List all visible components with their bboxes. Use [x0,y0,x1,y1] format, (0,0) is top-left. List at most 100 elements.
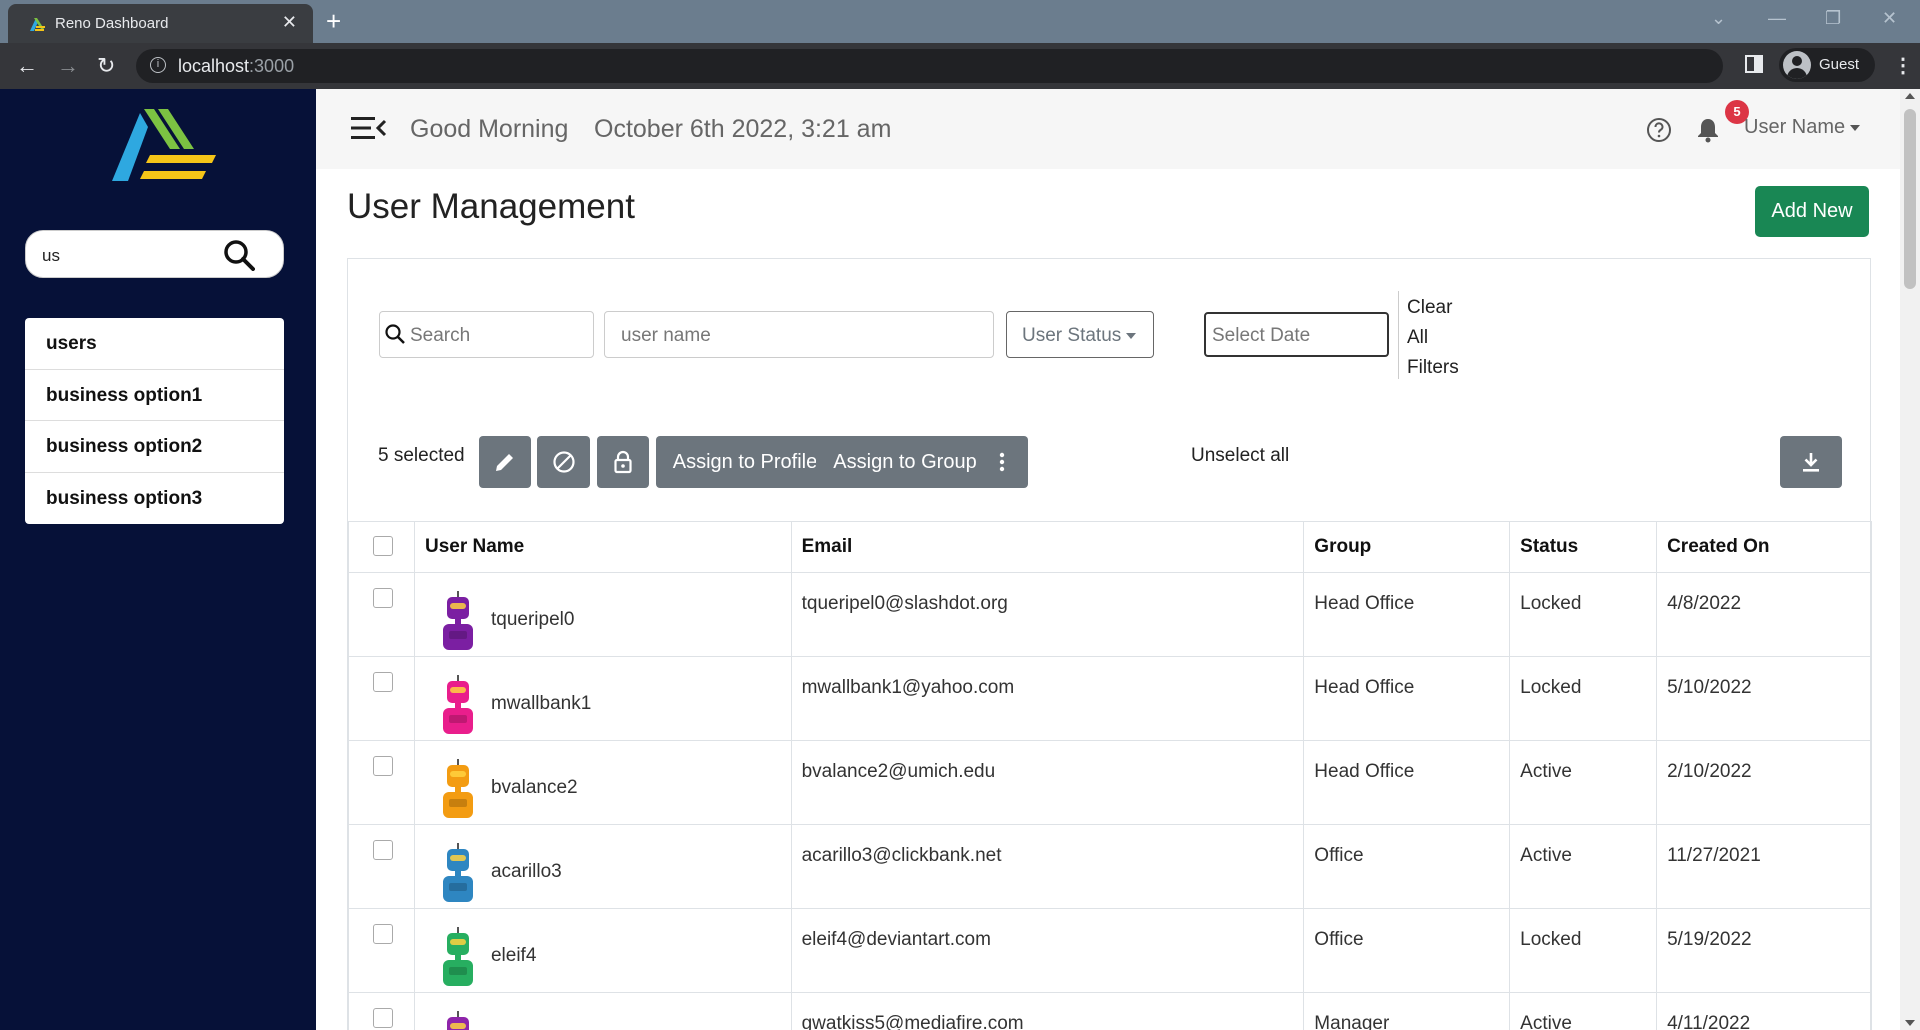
status-cell: Locked [1509,908,1658,993]
lock-button[interactable] [597,436,649,488]
forward-arrow-icon[interactable]: → [57,53,79,79]
browser-tabbar: Reno Dashboard ✕ + ⌄ — ❐ ✕ [0,0,1920,43]
column-header-created-on[interactable]: Created On [1656,521,1872,573]
table-header-row: User Name Email Group Status Created On [348,521,1872,573]
username-filter-input[interactable]: user name [604,311,994,358]
notification-bell-icon[interactable] [1696,117,1720,143]
row-select-cell [348,572,415,657]
robot-avatar-icon [442,591,473,650]
divider [1398,291,1399,379]
current-datetime: October 6th 2022, 3:21 am [594,115,892,143]
column-header-email[interactable]: Email [790,521,1305,573]
scroll-down-icon[interactable] [1905,1020,1915,1026]
table-row[interactable]: bvalance2 bvalance2@umich.edu Head Office A… [348,740,1872,825]
sidebar-search-input[interactable]: us [25,230,284,278]
username-text: mwallbank1 [490,693,592,714]
table-row[interactable]: mwallbank1 mwallbank1@yahoo.com Head Offic… [348,656,1872,741]
tab-search-chevron-icon[interactable]: ⌄ [1711,8,1726,29]
back-arrow-icon[interactable]: ← [16,53,38,79]
row-select-cell [348,908,415,993]
row-select-cell [348,992,415,1030]
table-row[interactable]: tqueripel0 tqueripel0@slashdot.org Head Of… [348,572,1872,657]
date-picker-input[interactable]: Select Date [1204,312,1389,357]
row-checkbox[interactable] [373,924,393,944]
window-close-icon[interactable]: ✕ [1882,8,1897,29]
column-header-status[interactable]: Status [1509,521,1658,573]
sidebar-item-business-option3[interactable]: business option3 [25,473,284,525]
disable-button[interactable] [537,436,590,488]
column-header-username[interactable]: User Name [413,521,792,573]
robot-avatar-icon [442,843,473,902]
tab-close-icon[interactable]: ✕ [282,12,297,33]
username-text: tqueripel0 [490,609,575,630]
row-checkbox[interactable] [373,1008,393,1028]
search-icon [385,324,405,344]
column-header-group[interactable]: Group [1303,521,1511,573]
page-scrollbar[interactable] [1900,89,1920,1030]
user-menu-dropdown[interactable]: User Name [1744,116,1861,139]
new-tab-icon[interactable]: + [326,6,341,37]
more-actions-button[interactable] [976,436,1028,488]
row-checkbox[interactable] [373,840,393,860]
side-panel-icon[interactable] [1745,55,1763,73]
table-row[interactable]: eleif4 eleif4@deviantart.com Office Locked 5… [348,908,1872,993]
username-cell: tqueripel0 [413,572,792,657]
minimize-icon[interactable]: — [1768,8,1786,29]
unselect-all-link[interactable]: Unselect all [1191,445,1289,467]
scroll-up-icon[interactable] [1905,93,1915,99]
address-bar[interactable]: i localhost:3000 [136,49,1723,83]
sidebar-item-users[interactable]: users [25,318,284,370]
help-icon[interactable] [1646,117,1672,143]
email-cell: tqueripel0@slashdot.org [790,572,1305,657]
row-select-cell [348,740,415,825]
site-info-icon[interactable]: i [150,57,166,73]
email-cell: gwatkiss5@mediafire.com [790,992,1305,1030]
status-cell: Locked [1509,572,1658,657]
app-logo [112,109,216,181]
restore-icon[interactable]: ❐ [1825,8,1841,29]
add-new-button[interactable]: Add New [1755,186,1869,237]
row-checkbox[interactable] [373,588,393,608]
row-select-cell [348,824,415,909]
table-row[interactable]: gwatkiss5gwatkiss5@mediafire.comManagerA… [348,992,1872,1030]
created-on-cell: 5/19/2022 [1656,908,1872,993]
email-cell: bvalance2@umich.edu [790,740,1305,825]
row-checkbox[interactable] [373,672,393,692]
users-card: Search user name User Status Select Date… [347,258,1872,1030]
browser-menu-icon[interactable]: ⋮ [1893,53,1913,78]
assign-to-group-button[interactable]: Assign to Group [816,436,994,488]
scrollbar-thumb[interactable] [1904,109,1916,289]
email-cell: acarillo3@clickbank.net [790,824,1305,909]
date-placeholder: Select Date [1212,325,1311,346]
group-cell: Manager [1303,992,1511,1030]
profile-label: Guest [1819,56,1860,73]
sidebar-item-business-option2[interactable]: business option2 [25,421,284,473]
row-checkbox[interactable] [373,756,393,776]
sidebar-search-value: us [42,246,60,265]
sidebar-menu: users business option1 business option2 … [25,318,284,524]
assign-to-profile-button[interactable]: Assign to Profile [656,436,834,488]
search-input[interactable]: Search [379,311,594,358]
status-cell: Active [1509,992,1658,1030]
menu-collapse-icon[interactable] [351,115,387,141]
download-button[interactable] [1780,436,1842,488]
chevron-down-icon [1126,332,1137,339]
clear-all-filters-link[interactable]: Clear All Filters [1407,293,1477,383]
edit-button[interactable] [479,436,531,488]
username-text: eleif4 [490,945,537,966]
greeting-text: Good Morning [410,115,569,143]
table-row[interactable]: acarillo3 acarillo3@clickbank.net Office Ac… [348,824,1872,909]
email-cell: mwallbank1@yahoo.com [790,656,1305,741]
profile-button[interactable]: Guest [1779,48,1875,82]
url-text: localhost:3000 [178,56,295,76]
users-table: User Name Email Group Status Created On … [348,521,1872,1030]
browser-tab[interactable]: Reno Dashboard ✕ [8,4,313,43]
user-status-label: User Status [1022,325,1137,347]
select-all-checkbox[interactable] [373,536,393,556]
search-icon[interactable] [223,239,255,271]
page-title: User Management [347,187,635,226]
sidebar-item-business-option1[interactable]: business option1 [25,370,284,421]
user-status-dropdown[interactable]: User Status [1006,311,1154,358]
row-select-cell [348,656,415,741]
reload-icon[interactable]: ↻ [97,53,115,79]
